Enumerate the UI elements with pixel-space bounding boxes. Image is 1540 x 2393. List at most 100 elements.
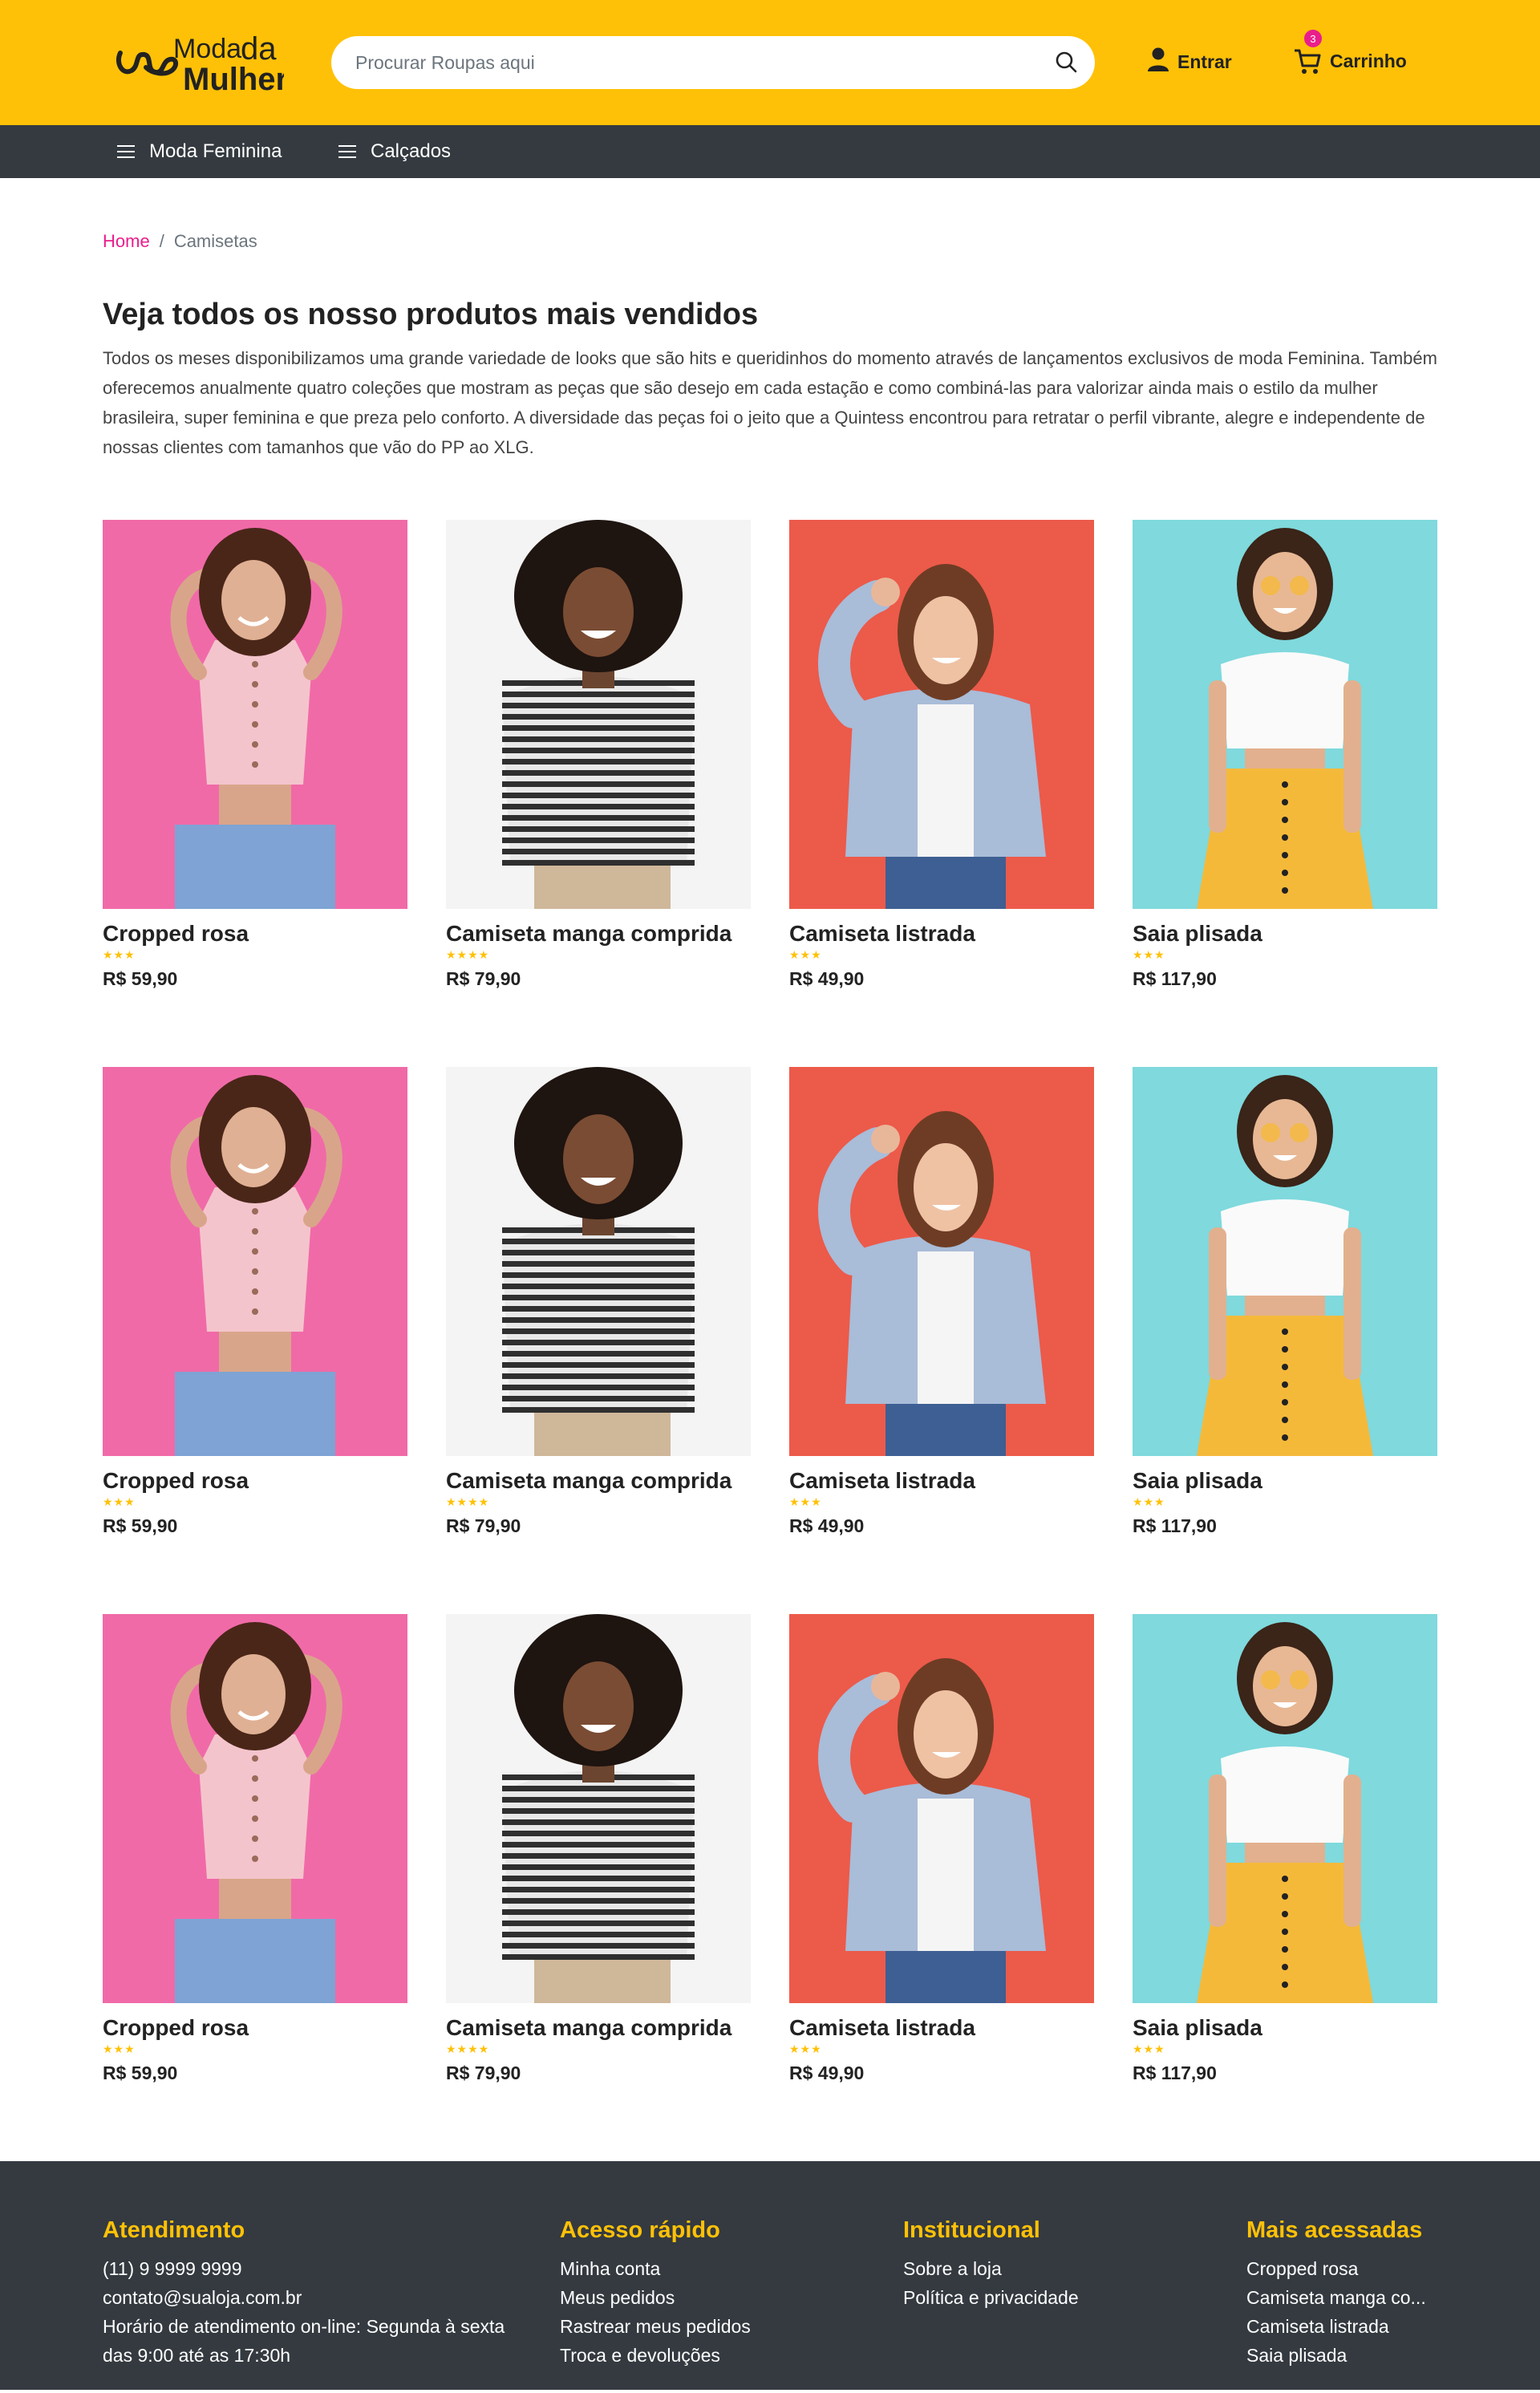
product-card[interactable]: Camiseta listrada ★★★ R$ 49,90 <box>789 1066 1094 1542</box>
product-price: R$ 59,90 <box>103 1515 178 1536</box>
product-price: R$ 59,90 <box>103 967 178 989</box>
product-image[interactable] <box>103 1613 407 2003</box>
product-price: R$ 117,90 <box>1133 2062 1217 2083</box>
nav-item-moda-feminina[interactable]: Moda Feminina <box>117 125 282 178</box>
product-image[interactable] <box>446 519 751 909</box>
footer-atendimento: Atendimento (11) 9 9999 9999 contato@sua… <box>103 2216 536 2370</box>
product-name[interactable]: Saia plisada <box>1133 921 1437 948</box>
product-name[interactable]: Cropped rosa <box>103 2015 407 2042</box>
footer-link[interactable]: Cropped rosa <box>1246 2254 1447 2283</box>
product-rating: ★★★ <box>789 2042 822 2055</box>
product-card[interactable]: Saia plisada ★★★ R$ 117,90 <box>1133 1613 1437 2089</box>
main-content: Home / Camisetas Veja todos os nosso pro… <box>0 231 1540 2089</box>
product-name[interactable]: Camiseta manga comprida <box>446 921 751 948</box>
product-card[interactable]: Camiseta manga comprida ★★★★ R$ 79,90 <box>446 1066 751 1542</box>
product-card[interactable]: Saia plisada ★★★ R$ 117,90 <box>1133 1066 1437 1542</box>
product-image[interactable] <box>446 1613 751 2003</box>
nav-item-label: Calçados <box>371 140 452 162</box>
cart-icon: 3 <box>1293 30 1322 75</box>
product-card[interactable]: Camiseta manga comprida ★★★★ R$ 79,90 <box>446 519 751 995</box>
menu-icon <box>338 145 356 158</box>
product-card[interactable]: Saia plisada ★★★ R$ 117,90 <box>1133 519 1437 995</box>
product-price: R$ 117,90 <box>1133 1515 1217 1536</box>
page-intro: Todos os meses disponibilizamos uma gran… <box>103 347 1437 457</box>
product-rating: ★★★ <box>789 1495 822 1508</box>
search-icon[interactable] <box>1053 49 1080 76</box>
product-rating: ★★★ <box>103 947 136 961</box>
logo-text-mulher: Mulher <box>183 62 284 97</box>
product-image[interactable] <box>789 1613 1094 2003</box>
product-name[interactable]: Cropped rosa <box>103 921 407 948</box>
nav-item-label: Moda Feminina <box>149 140 282 162</box>
site-header: Moda da Mulher Entrar <box>0 0 1540 125</box>
product-rating: ★★★ <box>1133 1495 1165 1508</box>
footer-link[interactable]: Meus pedidos <box>560 2283 751 2312</box>
nav-item-calcados[interactable]: Calçados <box>338 125 451 178</box>
product-name[interactable]: Camiseta listrada <box>789 921 1094 948</box>
product-name[interactable]: Camiseta listrada <box>789 1468 1094 1495</box>
cart-link[interactable]: 3 Carrinho <box>1293 30 1407 75</box>
product-card[interactable]: Camiseta listrada ★★★ R$ 49,90 <box>789 519 1094 995</box>
site-footer: Atendimento (11) 9 9999 9999 contato@sua… <box>0 2160 1540 2390</box>
footer-heading: Acesso rápido <box>560 2217 720 2243</box>
product-rating: ★★★★ <box>446 947 490 961</box>
footer-mais-acessadas: Mais acessadas Cropped rosa Camiseta man… <box>1246 2216 1447 2370</box>
product-price: R$ 49,90 <box>789 2062 865 2083</box>
page-title: Veja todos os nosso produtos mais vendid… <box>103 298 759 331</box>
product-rating: ★★★ <box>1133 947 1165 961</box>
product-image[interactable] <box>1133 1066 1437 1456</box>
product-card[interactable]: Cropped rosa ★★★ R$ 59,90 <box>103 1613 407 2089</box>
product-price: R$ 79,90 <box>446 967 521 989</box>
product-name[interactable]: Cropped rosa <box>103 1468 407 1495</box>
footer-link[interactable]: Política e privacidade <box>903 2283 1079 2312</box>
breadcrumb-home-link[interactable]: Home <box>103 231 150 255</box>
product-image[interactable] <box>1133 1613 1437 2003</box>
breadcrumb-separator: / <box>159 231 164 251</box>
footer-phone[interactable]: (11) 9 9999 9999 <box>103 2254 536 2283</box>
site-logo[interactable]: Moda da Mulher <box>114 29 284 98</box>
footer-link[interactable]: Rastrear meus pedidos <box>560 2312 751 2341</box>
breadcrumb-current: Camisetas <box>173 231 257 251</box>
product-card[interactable]: Cropped rosa ★★★ R$ 59,90 <box>103 1066 407 1542</box>
product-price: R$ 79,90 <box>446 2062 521 2083</box>
footer-email[interactable]: contato@sualoja.com.br <box>103 2283 536 2312</box>
product-image[interactable] <box>789 519 1094 909</box>
breadcrumb: Home / Camisetas <box>103 231 1437 255</box>
product-image[interactable] <box>1133 519 1437 909</box>
footer-link[interactable]: Saia plisada <box>1246 2341 1447 2370</box>
product-card[interactable]: Cropped rosa ★★★ R$ 59,90 <box>103 519 407 995</box>
product-price: R$ 59,90 <box>103 2062 178 2083</box>
cart-label: Carrinho <box>1330 50 1407 71</box>
footer-acesso-rapido: Acesso rápido Minha conta Meus pedidos R… <box>560 2216 751 2370</box>
footer-institucional: Institucional Sobre a loja Política e pr… <box>903 2216 1079 2312</box>
product-image[interactable] <box>103 519 407 909</box>
login-link[interactable]: Entrar <box>1147 47 1232 77</box>
footer-link[interactable]: Camiseta listrada <box>1246 2312 1447 2341</box>
footer-heading: Mais acessadas <box>1246 2217 1423 2243</box>
product-price: R$ 79,90 <box>446 1515 521 1536</box>
product-rating: ★★★ <box>103 2042 136 2055</box>
menu-icon <box>117 145 135 158</box>
product-rating: ★★★ <box>103 1495 136 1508</box>
product-image[interactable] <box>789 1066 1094 1456</box>
product-card[interactable]: Camiseta manga comprida ★★★★ R$ 79,90 <box>446 1613 751 2089</box>
footer-link[interactable]: Troca e devoluções <box>560 2341 751 2370</box>
product-rating: ★★★ <box>789 947 822 961</box>
product-image[interactable] <box>103 1066 407 1456</box>
footer-link[interactable]: Sobre a loja <box>903 2254 1079 2283</box>
logo-graphic: Moda da Mulher <box>116 31 284 97</box>
product-name[interactable]: Camiseta manga comprida <box>446 2015 751 2042</box>
search-input[interactable] <box>331 36 1021 89</box>
product-name[interactable]: Camiseta manga comprida <box>446 1468 751 1495</box>
product-image[interactable] <box>446 1066 751 1456</box>
product-rating: ★★★★ <box>446 2042 490 2055</box>
product-name[interactable]: Saia plisada <box>1133 2015 1437 2042</box>
user-icon <box>1147 47 1169 77</box>
footer-heading: Atendimento <box>103 2217 245 2243</box>
product-card[interactable]: Camiseta listrada ★★★ R$ 49,90 <box>789 1613 1094 2089</box>
product-name[interactable]: Saia plisada <box>1133 1468 1437 1495</box>
footer-link[interactable]: Minha conta <box>560 2254 751 2283</box>
footer-link[interactable]: Camiseta manga co... <box>1246 2283 1447 2312</box>
product-grid: Cropped rosa ★★★ R$ 59,90 Camiseta manga co… <box>103 519 1437 2089</box>
product-name[interactable]: Camiseta listrada <box>789 2015 1094 2042</box>
